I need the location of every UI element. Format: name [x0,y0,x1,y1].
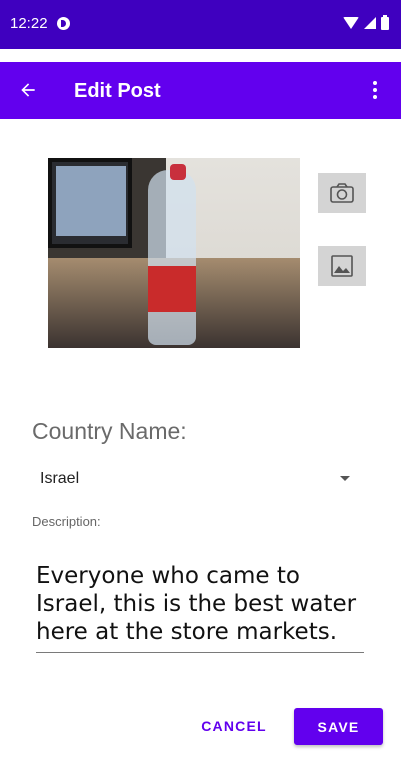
status-icons [343,14,389,32]
cancel-button[interactable]: CANCEL [190,708,278,744]
country-label: Country Name: [32,418,187,444]
camera-icon [330,183,354,203]
page-title: Edit Post [74,80,161,102]
water-bottle [148,170,196,345]
cellular-icon [364,17,376,29]
app-notification-icon [57,17,70,30]
description-input[interactable]: Everyone who came to Israel, this is the… [36,562,364,653]
description-label: Description: [32,514,101,529]
status-time: 12:22 [10,15,48,32]
country-selected-value: Israel [40,470,80,487]
wifi-icon [343,17,359,29]
choose-image-button[interactable] [318,246,366,286]
back-button[interactable] [10,72,46,108]
status-bar: 12:22 [0,0,401,49]
arrow-left-icon [21,83,35,97]
image-icon [331,255,353,277]
app-bar: Edit Post [0,62,401,119]
take-photo-button[interactable] [318,173,366,213]
country-dropdown[interactable]: Israel [32,462,362,496]
more-vert-icon [373,81,377,85]
battery-icon [381,14,389,30]
overflow-menu-button[interactable] [359,74,391,106]
post-photo [48,158,300,348]
save-button[interactable]: SAVE [294,708,383,745]
dropdown-arrow-icon [340,476,350,481]
